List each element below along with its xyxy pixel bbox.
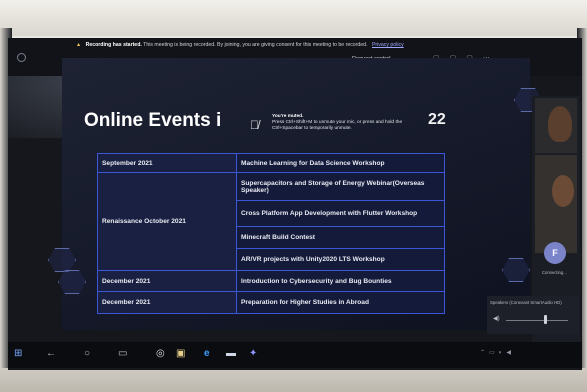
back-arrow-icon[interactable]: ←: [46, 348, 56, 359]
recording-banner: ▲ Recording has started. This meeting is…: [76, 42, 524, 52]
participant-video: [548, 106, 572, 142]
volume-slider-thumb[interactable]: [544, 315, 548, 324]
meeting-info-icon[interactable]: [17, 53, 26, 62]
event-name-cell: Preparation for Higher Studies in Abroad: [236, 291, 445, 314]
warning-icon: ▲: [76, 42, 82, 48]
participant-avatar[interactable]: F: [544, 242, 566, 264]
connecting-status: Connecting...: [542, 270, 567, 275]
event-name-cell: Machine Learning for Data Science Worksh…: [236, 153, 445, 173]
volume-icon: ◀): [493, 316, 500, 322]
decor-hexagon: [502, 258, 530, 282]
event-date-cell: December 2021: [97, 291, 237, 314]
mail-icon[interactable]: ▬: [226, 348, 236, 359]
slide-page-number: 22: [428, 111, 446, 128]
decor-hexagon: [58, 270, 86, 294]
event-name-cell: AR/VR projects with Unity2020 LTS Worksh…: [236, 248, 445, 271]
edge-icon[interactable]: e: [204, 348, 210, 359]
privacy-policy-link[interactable]: Privacy policy: [372, 42, 404, 48]
chrome-icon[interactable]: ◎: [156, 348, 165, 359]
events-table: September 2021 Machine Learning for Data…: [97, 153, 445, 314]
search-icon[interactable]: ○: [84, 348, 90, 359]
event-name-cell: Minecraft Build Contest: [236, 226, 445, 249]
store-icon[interactable]: ▣: [176, 348, 185, 359]
event-name-cell: Introduction to Cybersecurity and Bug Bo…: [236, 270, 445, 292]
photo-background-top: [0, 0, 587, 36]
mute-notification: You're muted. Press Ctrl+Shift+M to unmu…: [272, 114, 420, 133]
table-row: Renaissance October 2021 Supercapacitors…: [97, 172, 445, 271]
event-date-cell: December 2021: [97, 270, 237, 292]
participant-video: [552, 175, 574, 207]
banner-text: This meeting is being recorded. By joini…: [143, 42, 368, 48]
windows-start-icon[interactable]: ⊞: [14, 348, 22, 359]
event-name-cell: Supercapacitors and Storage of Energy We…: [236, 172, 445, 201]
event-date-cell: September 2021: [97, 153, 237, 173]
speaker-device-label: Speakers (Conexant SmartAudio HD): [490, 300, 562, 305]
task-view-icon[interactable]: ▭: [118, 348, 127, 359]
table-row: September 2021 Machine Learning for Data…: [97, 153, 445, 173]
volume-slider-track[interactable]: [506, 320, 568, 321]
mic-muted-icon: 🎙̸: [250, 118, 259, 132]
event-name-cell: Cross Platform App Development with Flut…: [236, 200, 445, 227]
slide-title: Online Events i: [84, 110, 222, 131]
mute-body: Press Ctrl+Shift+M to unmute your mic, o…: [272, 120, 403, 132]
teams-icon[interactable]: ✦: [249, 348, 257, 359]
table-row: December 2021 Introduction to Cybersecur…: [97, 270, 445, 292]
photo-background-bottom: [0, 368, 587, 392]
event-date-cell: Renaissance October 2021: [97, 172, 237, 271]
banner-bold-text: Recording has started.: [85, 42, 142, 48]
table-row: December 2021 Preparation for Higher Stu…: [97, 291, 445, 314]
system-tray-icons[interactable]: ⌃▭◐◀: [480, 349, 515, 356]
